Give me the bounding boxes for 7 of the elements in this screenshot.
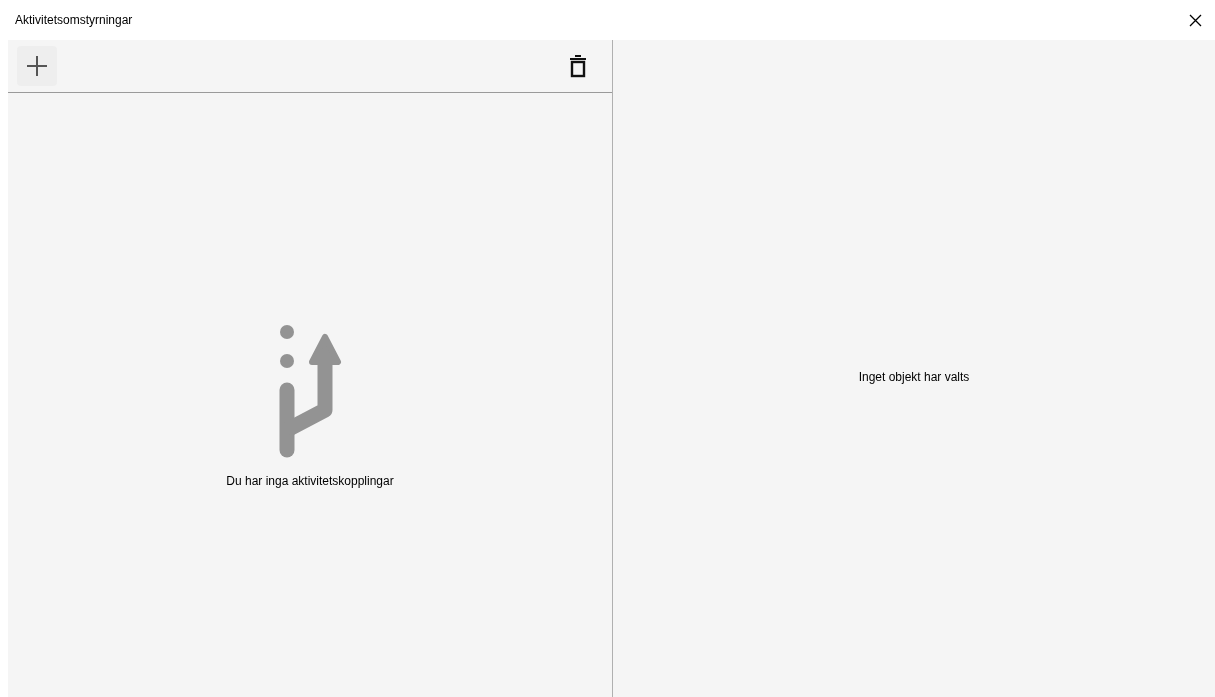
empty-message: Du har inga aktivitetskopplingar [226,473,394,490]
plus-icon [26,55,48,77]
trash-icon [569,54,587,78]
close-icon [1188,13,1202,27]
window-title: Aktivitetsomstyrningar [15,12,133,29]
add-button[interactable] [17,46,57,86]
empty-message: Inget objekt har valts [858,369,970,386]
